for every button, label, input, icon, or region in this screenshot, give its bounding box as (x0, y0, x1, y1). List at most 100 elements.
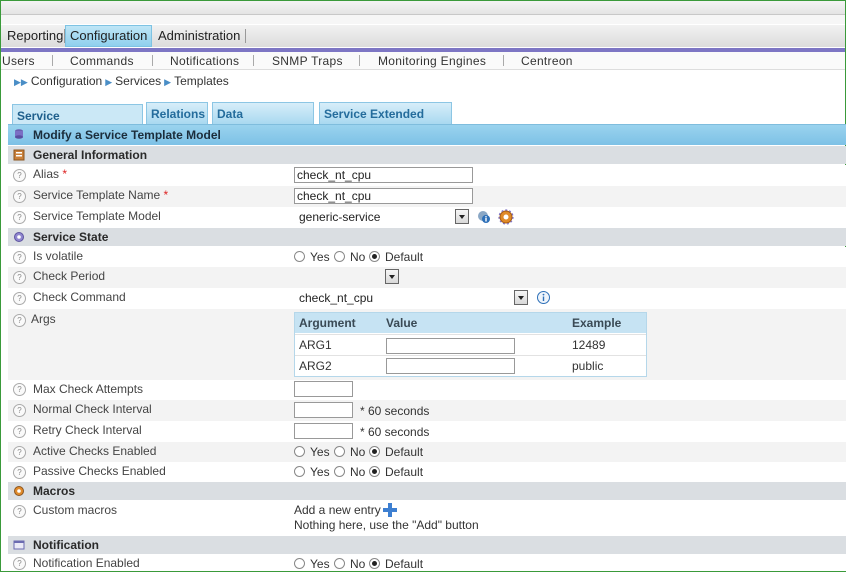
arg1-value-input[interactable] (386, 338, 515, 354)
check-command-value: check_nt_cpu (299, 291, 374, 305)
info-icon[interactable] (476, 209, 492, 225)
custom-macros-label: Custom macros (33, 503, 118, 517)
help-icon[interactable]: ? (13, 271, 26, 284)
radio-default-label: Default (385, 465, 424, 479)
menu-configuration[interactable]: Configuration (65, 25, 153, 47)
section-title: Service State (33, 230, 109, 244)
help-icon[interactable]: ? (13, 314, 26, 327)
tab-service-extended-info[interactable]: Service Extended Info (319, 102, 452, 143)
template-icon (13, 149, 25, 161)
submenu-separator (52, 55, 53, 66)
breadcrumb: ▶▶ Configuration ▶ Services ▶ Templates (14, 73, 229, 89)
max-check-attempts-input[interactable] (294, 381, 353, 397)
breadcrumb-arrow-icon: ▶ (105, 77, 113, 87)
section-title: Macros (33, 484, 76, 498)
args-header-example: Example (572, 316, 622, 330)
submenu-centreon[interactable]: Centreon (521, 53, 573, 69)
radio-no-label: No (350, 557, 366, 571)
table-row: ARG1 12489 (295, 334, 646, 356)
normal-check-interval-label: Normal Check Interval (33, 402, 152, 416)
is-volatile-no-radio[interactable] (334, 251, 345, 262)
section-macros: Macros (8, 482, 846, 500)
table-row: ARG2 public (295, 355, 646, 377)
tab-service-configuration[interactable]: Service Configuration (12, 104, 143, 145)
help-icon[interactable]: ? (13, 557, 26, 570)
check-command-select[interactable]: check_nt_cpu (296, 290, 528, 307)
chevron-down-icon[interactable] (455, 209, 469, 224)
gear-icon[interactable] (498, 209, 514, 225)
plus-icon[interactable] (383, 503, 397, 517)
help-icon[interactable]: ? (13, 404, 26, 417)
radio-no-label: No (350, 465, 366, 479)
submenu-commands[interactable]: Commands (70, 53, 134, 69)
notification-no-radio[interactable] (334, 558, 345, 569)
submenu-monitoring-engines[interactable]: Monitoring Engines (378, 53, 486, 69)
menu-administration[interactable]: Administration (154, 25, 244, 47)
radio-yes-label: Yes (310, 465, 330, 479)
menu-reporting[interactable]: Reporting (3, 25, 67, 47)
is-volatile-default-radio[interactable] (369, 251, 380, 262)
radio-yes-label: Yes (310, 445, 330, 459)
radio-yes-label: Yes (310, 557, 330, 571)
section-title: Notification (33, 538, 99, 552)
breadcrumb-templates[interactable]: Templates (174, 74, 229, 88)
template-name-input[interactable] (294, 188, 473, 204)
submenu-users[interactable]: Users (2, 53, 35, 69)
chevron-down-icon[interactable] (514, 290, 528, 305)
notification-yes-radio[interactable] (294, 558, 305, 569)
normal-check-interval-input[interactable] (294, 402, 353, 418)
retry-check-interval-input[interactable] (294, 423, 353, 439)
retry-check-interval-label: Retry Check Interval (33, 423, 142, 437)
submenu-notifications[interactable]: Notifications (170, 53, 239, 69)
section-notification: Notification (8, 536, 846, 554)
help-icon[interactable]: ? (13, 169, 26, 182)
help-icon[interactable]: ? (13, 466, 26, 479)
notification-default-radio[interactable] (369, 558, 380, 569)
alias-input[interactable] (294, 167, 473, 183)
radio-default-label: Default (385, 250, 424, 264)
arg-example: public (572, 359, 604, 373)
help-icon[interactable]: ? (13, 425, 26, 438)
help-icon[interactable]: ? (13, 505, 26, 518)
chevron-down-icon[interactable] (385, 269, 399, 284)
add-new-entry-link[interactable]: Add a new entry (294, 503, 381, 517)
radio-default-label: Default (385, 557, 424, 571)
passive-checks-yes-radio[interactable] (294, 466, 305, 477)
help-icon[interactable]: ? (13, 251, 26, 264)
max-check-attempts-label: Max Check Attempts (33, 382, 144, 396)
submenu-separator (152, 55, 153, 66)
tab-relations[interactable]: Relations (146, 102, 208, 124)
check-period-select[interactable] (296, 269, 399, 286)
custom-macros-empty-message: Nothing here, use the "Add" button (294, 518, 479, 532)
active-checks-default-radio[interactable] (369, 446, 380, 457)
active-checks-yes-radio[interactable] (294, 446, 305, 457)
submenu-snmp-traps[interactable]: SNMP Traps (272, 53, 343, 69)
help-icon[interactable]: ? (13, 190, 26, 203)
help-icon[interactable]: ? (13, 383, 26, 396)
args-header-value: Value (386, 316, 418, 330)
breadcrumb-services[interactable]: Services (115, 74, 161, 88)
info-icon[interactable] (536, 290, 551, 305)
help-icon[interactable]: ? (13, 292, 26, 305)
help-icon[interactable]: ? (13, 211, 26, 224)
form-title-bar: Modify a Service Template Model (8, 125, 846, 145)
sub-menu: Users Commands Notifications SNMP Traps … (1, 52, 845, 70)
max-check-attempts-row: ? Max Check Attempts (8, 380, 846, 400)
passive-checks-no-radio[interactable] (334, 466, 345, 477)
section-title: General Information (33, 148, 148, 162)
help-icon[interactable]: ? (13, 446, 26, 459)
section-general-information: General Information (8, 146, 846, 164)
radio-no-label: No (350, 250, 366, 264)
is-volatile-label: Is volatile (33, 249, 84, 263)
args-label: Args (31, 312, 56, 326)
tab-data-processing[interactable]: Data Processing (212, 102, 314, 143)
breadcrumb-configuration[interactable]: Configuration (31, 74, 102, 88)
active-checks-no-radio[interactable] (334, 446, 345, 457)
is-volatile-yes-radio[interactable] (294, 251, 305, 262)
template-model-value: generic-service (299, 210, 381, 224)
arg2-value-input[interactable] (386, 358, 515, 374)
passive-checks-default-radio[interactable] (369, 466, 380, 477)
template-model-select[interactable]: generic-service (296, 209, 469, 226)
args-table: Argument Value Example ARG1 12489 ARG2 p… (294, 312, 647, 377)
normal-interval-unit: * 60 seconds (360, 404, 430, 418)
